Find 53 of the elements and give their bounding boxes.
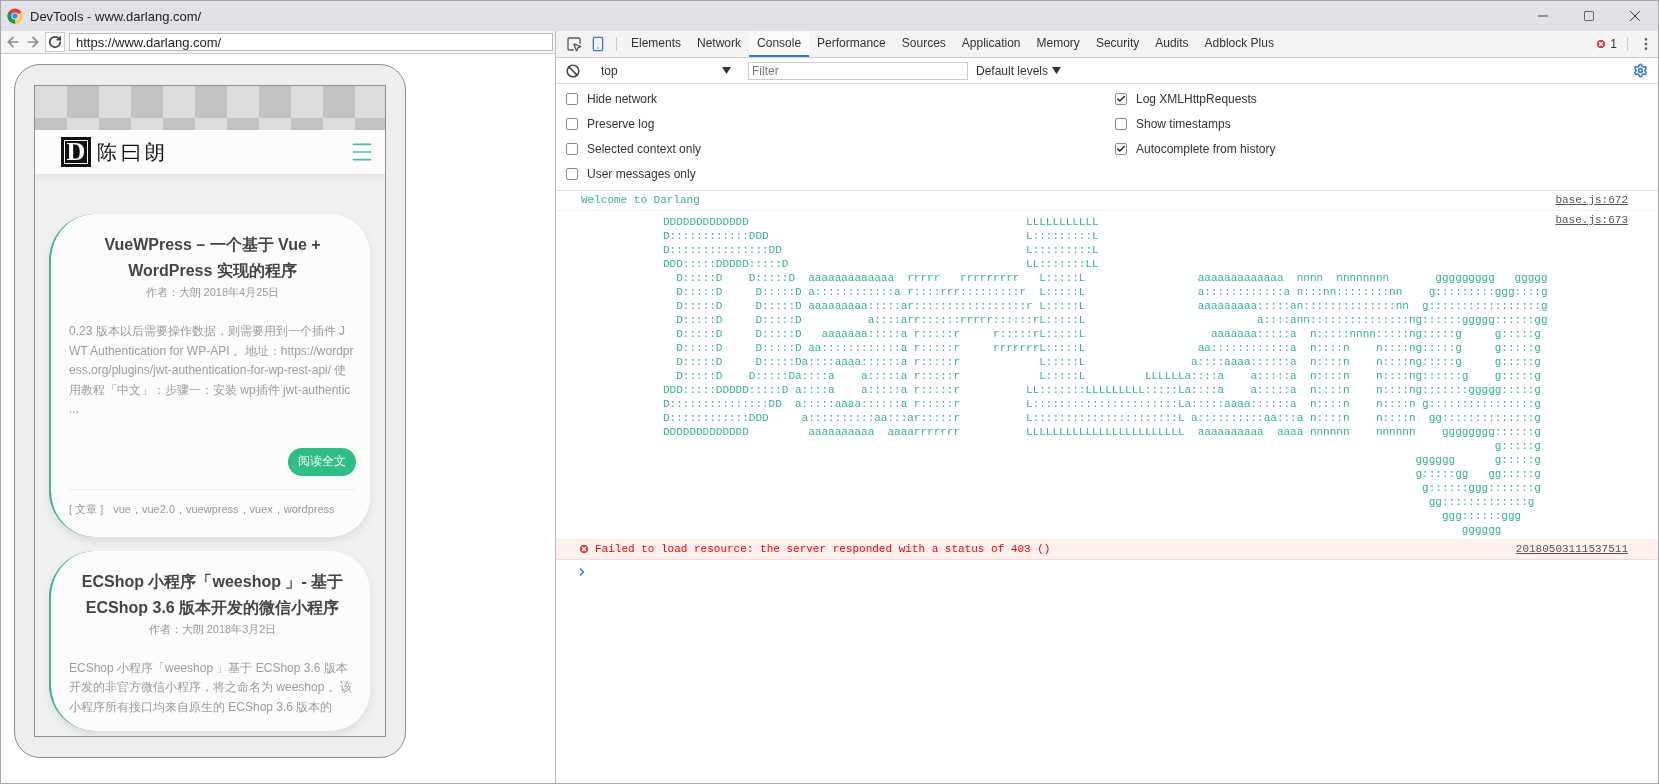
panel-tab[interactable]: Security	[1087, 31, 1148, 57]
checkbox[interactable]	[1115, 142, 1127, 155]
panel-tab[interactable]: Adblock Plus	[1196, 31, 1282, 57]
panel-tab[interactable]: Audits	[1147, 31, 1197, 57]
filter-field[interactable]: Filter	[748, 61, 968, 80]
post-meta: 作者：大朗 2018年3月2日	[147, 621, 278, 637]
panel-tab[interactable]: Elements	[623, 31, 690, 57]
logo-text[interactable]: 陈曰朗	[97, 138, 349, 166]
logo-mark[interactable]: D	[61, 137, 91, 167]
error-count[interactable]: 1	[1610, 37, 1617, 51]
window-title: DevTools - www.darlang.com/	[30, 8, 203, 24]
panel-tab[interactable]: Network	[689, 31, 750, 57]
panel-tab[interactable]: Sources	[893, 31, 954, 57]
error-icon	[578, 543, 590, 555]
post-excerpt: 0.23 版本以后需要操作数据，则需要用到一个插件 JWT Authentication for WP-API 。地址：https://wordpress.org/plugins/jwt-authentication-for-wp-rest-api/ 使用教程「中文」：步骤一：安装 wp插件 jwt-authentic ...	[69, 323, 355, 418]
error-icon[interactable]	[1595, 38, 1608, 50]
option-label: Preserve log	[587, 116, 655, 131]
panel-tab[interactable]: Memory	[1028, 31, 1088, 57]
option-label: Show timestamps	[1136, 116, 1231, 131]
panel-tab[interactable]: Console	[749, 31, 810, 57]
post-excerpt: ECShop 小程序「weeshop 」基于 ECShop 3.6 版本开发的非官方微信小程序，将之命名为 weeshop 。该小程序所有接口均来自原生的 ECShop 3.6 版本的	[69, 659, 353, 716]
browser-logo-icon	[7, 8, 23, 24]
post-title[interactable]: ECShop 小程序「weeshop 」- 基于 ECShop 3.6 版本开发的微信小程序	[69, 568, 356, 621]
source-link[interactable]: base.js:672	[1555, 193, 1628, 208]
error-text: Failed to load resource: the server responded with a status of 403 ()	[595, 542, 1052, 557]
caret-icon	[722, 67, 731, 74]
panel-tab[interactable]: Performance	[809, 31, 894, 57]
post-meta: 作者：大朗 2018年4月25日	[144, 285, 281, 300]
checkbox[interactable]	[1115, 117, 1127, 130]
log-text: Welcome to Darlang	[581, 193, 701, 208]
maximize-icon[interactable]	[1583, 10, 1595, 22]
reload-button[interactable]	[45, 32, 65, 52]
panel-tab[interactable]: Application	[953, 31, 1029, 57]
checkbox[interactable]	[566, 92, 578, 105]
checkbox[interactable]	[1115, 92, 1127, 105]
option-label: Autocomplete from history	[1136, 141, 1276, 156]
checkbox[interactable]	[566, 117, 578, 130]
checkbox[interactable]	[566, 167, 578, 180]
source-link[interactable]: base.js:673	[1555, 213, 1628, 228]
context-select[interactable]: top	[597, 60, 735, 81]
option-label: Hide network	[587, 91, 658, 106]
checkbox[interactable]	[566, 142, 578, 155]
option-label: User messages only	[587, 166, 696, 181]
post-title[interactable]: VueWPress – 一个基于 Vue + WordPress 实现的程序	[69, 232, 356, 284]
url-field[interactable]: https://www.darlang.com/	[69, 33, 553, 51]
ascii-art-text: DDDDDDDDDDDDD LLLLLLLLLLL D::::::::::::DDD L:::::::::L D:::::::::::::::DD L:::::::::L DDD:::::DDDDD:::::D LL:::::::LL D:::::D D:::::D aaaaaaaaaaaaa rrrrr rrrrrrrrr L:::::L aaaaaaaaaaaaa nnnn nnnnnnnn ggggggggg ggggg D:::::D D:::::D a::::::::::::a r::::rrr:::::::::r L:::::L a::::::::::::a n:::nn::::::::nn g:::::::::ggg::::g D:::::D D:::::D aaaaaaaaa:::::ar:::::::::::::::::r L:::::L aaaaaaaaa:::::an::::::::::::::nn g:::::::::::::::::g D:::::D D:::::D a::::arr::::::rrrrr::::::rL:::::L a::::ann:::::::::::::::ng::::::ggggg::::::gg D:::::D D:::::D aaaaaaa:::::a r:::::r r:::::rL:::::L aaaaaaa:::::a n:::::nnnn:::::ng:::::g g:::::g D:::::D D:::::D aa::::::::::::a r:::::r rrrrrrrL:::::L aa::::::::::::a n::::n n::::ng:::::g g:::::g D:::::D D:::::Da::::aaaa::::::a r:::::r L:::::L a::::aaaa::::::a n::::n n::::ng:::::g g:::::g D:::::D D:::::Da::::a a:::::a r:::::r L:::::L LLLLLLa::::a a:::::a n::::n n::::ng::::::g g:::::g DDD:::::DDDDD:::::D a::::a a:::::a r:::::r LL:::::::LLLLLLLLL:::::La::::a a:::::a n::::n n::::ng:::::::ggggg:::::g D:::::::::::::::DD a:::::aaaa::::::a r:::::r L::::::::::::::::::::::La:::::aaaa::::::a n::::n n::::n g::::::::::::::::g D::::::::::::DDD a::::::::::aa:::ar:::::r L::::::::::::::::::::::L a::::::::::aa:::a n::::n n::::n gg::::::::::::::g DDDDDDDDDDDDD aaaaaaaaaa aaaarrrrrrr LLLLLLLLLLLLLLLLLLLLLLLL aaaaaaaaaa aaaa nnnnnn nnnnnn gggggggg::::::g g:::::g gggggg g:::::g g:::::gg gg:::::g g::::::ggg:::::::g gg:::::::::::::g ggg::::::ggg gggggg	[663, 215, 1549, 537]
source-link[interactable]: 20180503111537511	[1515, 542, 1628, 557]
back-icon[interactable]	[5, 34, 21, 50]
forward-icon[interactable]	[25, 34, 41, 50]
option-label: Selected context only	[587, 141, 702, 156]
option-label: Log XMLHttpRequests	[1136, 91, 1257, 106]
caret-icon	[1052, 67, 1062, 74]
levels-dropdown[interactable]: Default levels	[974, 63, 1064, 78]
